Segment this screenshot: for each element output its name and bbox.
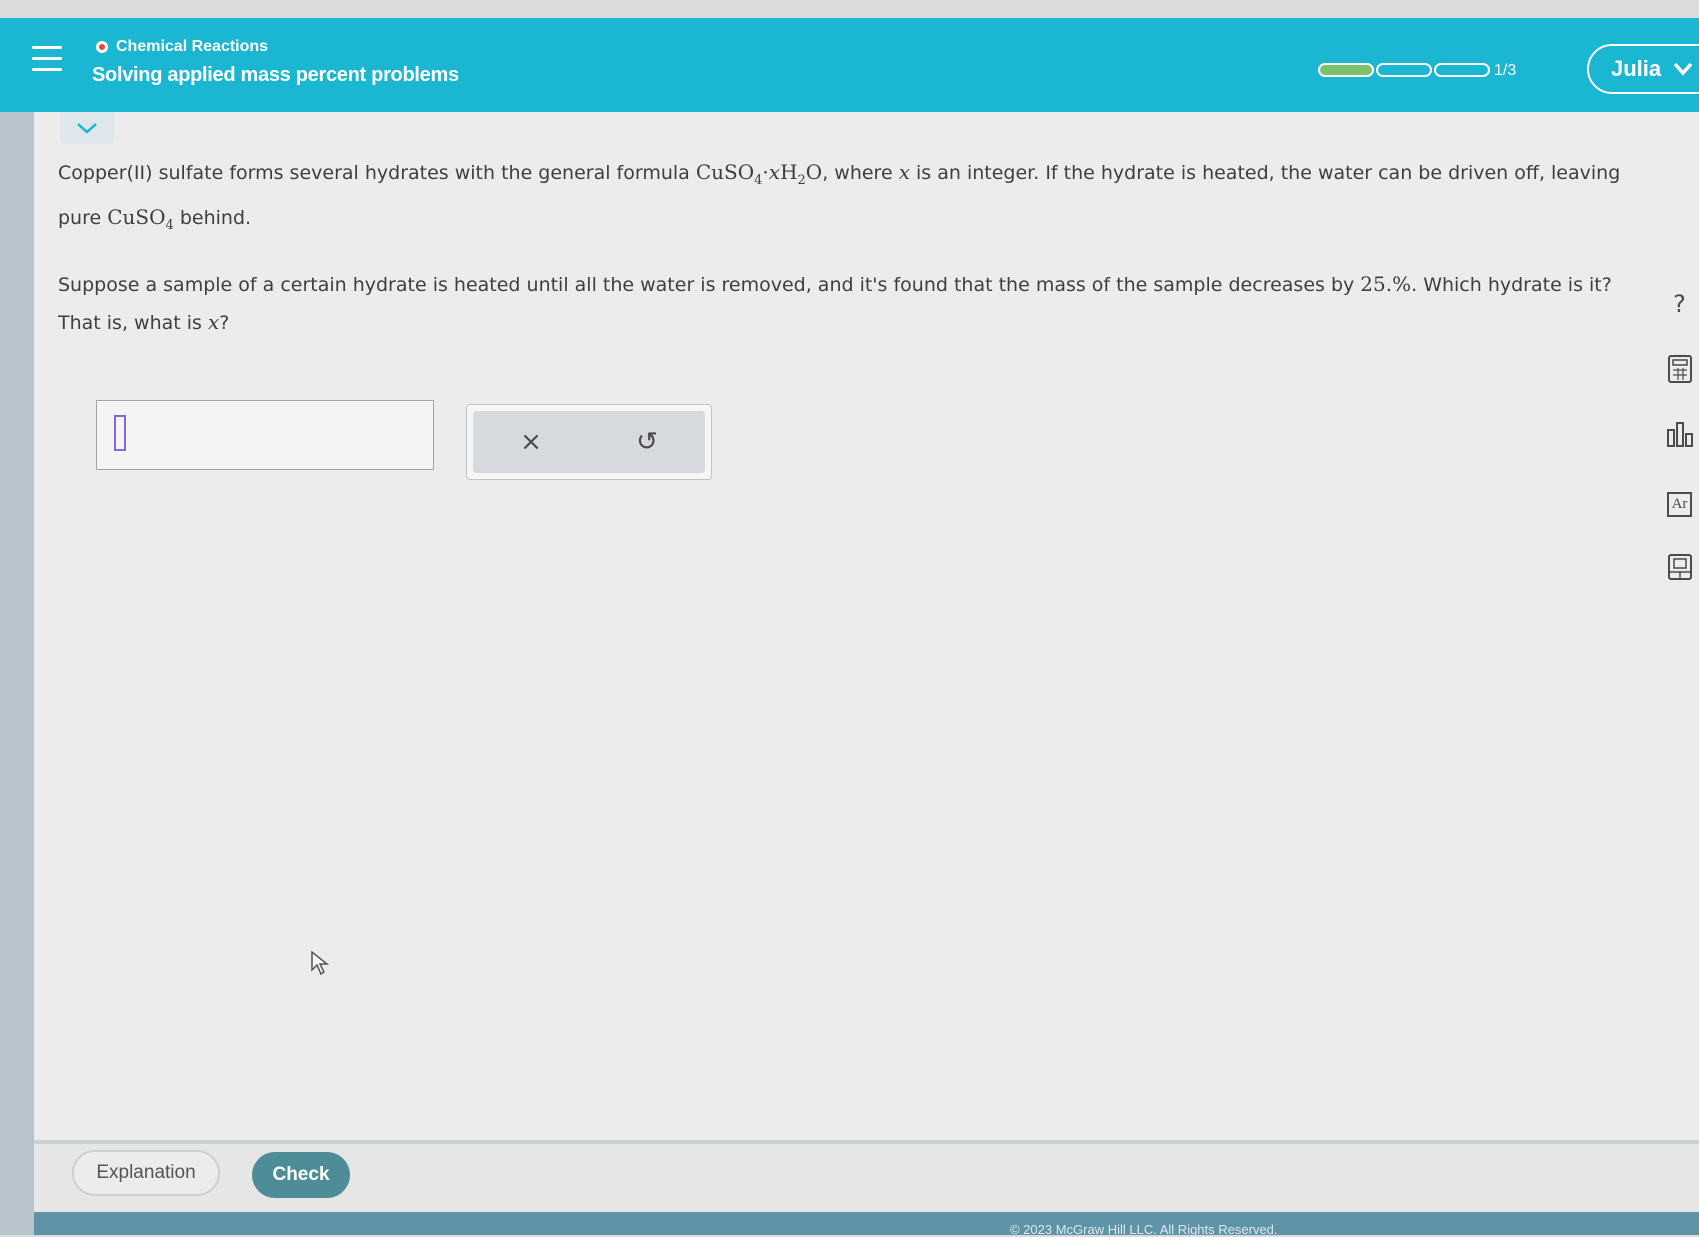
menu-icon[interactable] <box>32 46 62 72</box>
formula-part: CuSO <box>695 160 755 184</box>
question-text-part: Suppose a sample of a certain hydrate is… <box>58 274 1361 296</box>
mouse-pointer-icon <box>310 950 330 983</box>
formula-subscript: 4 <box>165 218 174 233</box>
chart-icon[interactable] <box>1660 420 1699 456</box>
check-button[interactable]: Check <box>252 1152 350 1198</box>
periodic-table-icon[interactable]: Ar <box>1660 486 1699 517</box>
answer-input[interactable] <box>96 400 434 470</box>
answer-tools: × ↺ <box>466 404 712 480</box>
formula-part: H <box>780 160 798 184</box>
user-menu-button[interactable]: Julia <box>1587 44 1699 94</box>
question-paragraph: Copper(II) sulfate forms several hydrate… <box>58 154 1658 244</box>
help-icon[interactable]: ? <box>1660 290 1699 318</box>
formula-part: CuSO <box>107 205 166 229</box>
formula-subscript: 2 <box>797 173 806 188</box>
bottom-bar: © 2023 McGraw Hill LLC. All Rights Reser… <box>34 1212 1699 1237</box>
formula-variable: x <box>768 160 781 184</box>
page-title: Solving applied mass percent problems <box>92 64 459 86</box>
text-cursor <box>114 415 126 451</box>
top-bar: Chemical Reactions Solving applied mass … <box>0 18 1699 112</box>
reference-icon[interactable] <box>1660 552 1699 588</box>
main-content: Copper(II) sulfate forms several hydrate… <box>34 112 1699 1142</box>
question-text: Copper(II) sulfate forms several hydrate… <box>58 154 1658 364</box>
left-strip <box>0 100 34 1235</box>
question-paragraph: Suppose a sample of a certain hydrate is… <box>58 266 1658 342</box>
hydrate-formula: CuSO4·xH2O <box>695 160 823 188</box>
answer-tools-inner: × ↺ <box>473 411 705 473</box>
question-text-part: , where <box>822 162 899 184</box>
progress-segment <box>1318 63 1374 77</box>
formula-part: O <box>805 160 823 184</box>
topic-label: Chemical Reactions <box>116 38 269 55</box>
chevron-down-icon <box>1673 62 1693 76</box>
anhydrous-formula: CuSO4 <box>107 205 174 233</box>
chevron-down-icon <box>77 123 97 134</box>
progress-segment <box>1376 63 1432 77</box>
progress-segment <box>1434 63 1490 77</box>
question-text-part: ? <box>219 312 230 334</box>
mass-decrease-value: 25.% <box>1360 272 1412 296</box>
progress-label: 1/3 <box>1494 62 1517 79</box>
clear-button[interactable]: × <box>501 427 561 457</box>
undo-button[interactable]: ↺ <box>617 427 677 457</box>
progress-bar <box>1318 63 1490 77</box>
explanation-button[interactable]: Explanation <box>72 1150 220 1196</box>
periodic-table-label: Ar <box>1666 492 1693 517</box>
topic-status-icon <box>96 41 108 53</box>
variable-x: x <box>898 160 910 184</box>
question-text-part: Copper(II) sulfate forms several hydrate… <box>58 162 696 184</box>
user-name: Julia <box>1611 56 1662 81</box>
calculator-icon[interactable] <box>1660 354 1699 390</box>
topic: Chemical Reactions <box>96 38 268 56</box>
collapse-toggle[interactable] <box>60 112 114 144</box>
variable-x: x <box>207 310 220 334</box>
question-text-part: behind. <box>179 207 252 229</box>
